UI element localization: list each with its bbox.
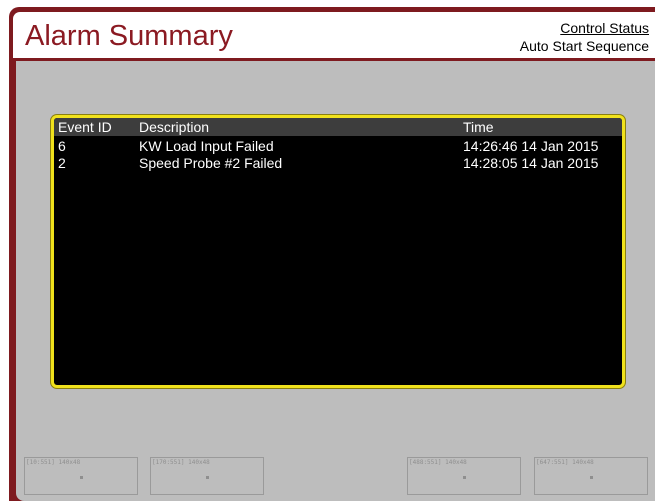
placeholder-dot-icon [80, 476, 83, 479]
header-bar: Alarm Summary Control Status Auto Start … [13, 12, 655, 58]
placeholder-dot-icon [590, 476, 593, 479]
placeholder-dot-icon [463, 476, 466, 479]
time-cell: 14:28:05 14 Jan 2015 [463, 155, 599, 171]
table-row[interactable]: 2 Speed Probe #2 Failed 14:28:05 14 Jan … [54, 155, 622, 172]
placeholder-label: [488:551] 140x48 [409, 459, 467, 466]
page-title: Alarm Summary [25, 20, 233, 52]
table-header: Event ID Description Time [54, 118, 622, 136]
button-placeholder-4[interactable]: [647:551] 140x48 [534, 457, 648, 495]
button-placeholder-1[interactable]: [10:551] 140x48 [24, 457, 138, 495]
column-header-description: Description [139, 119, 210, 135]
alarm-table[interactable]: Event ID Description Time 6 KW Load Inpu… [51, 115, 625, 388]
placeholder-label: [647:551] 140x48 [536, 459, 594, 466]
button-placeholder-3[interactable]: [488:551] 140x48 [407, 457, 521, 495]
button-placeholder-2[interactable]: [170:551] 140x48 [150, 457, 264, 495]
time-cell: 14:26:46 14 Jan 2015 [463, 138, 599, 154]
content-panel: Event ID Description Time 6 KW Load Inpu… [16, 61, 655, 501]
event-id-cell: 6 [58, 138, 66, 154]
placeholder-label: [10:551] 140x48 [26, 459, 81, 466]
description-cell: KW Load Input Failed [139, 138, 274, 154]
column-header-time: Time [463, 119, 494, 135]
column-header-event-id: Event ID [58, 119, 112, 135]
control-status-link[interactable]: Control Status [560, 20, 649, 36]
event-id-cell: 2 [58, 155, 66, 171]
placeholder-label: [170:551] 140x48 [152, 459, 210, 466]
description-cell: Speed Probe #2 Failed [139, 155, 283, 171]
placeholder-dot-icon [206, 476, 209, 479]
table-row[interactable]: 6 KW Load Input Failed 14:26:46 14 Jan 2… [54, 138, 622, 155]
sequence-label: Auto Start Sequence [519, 38, 649, 54]
